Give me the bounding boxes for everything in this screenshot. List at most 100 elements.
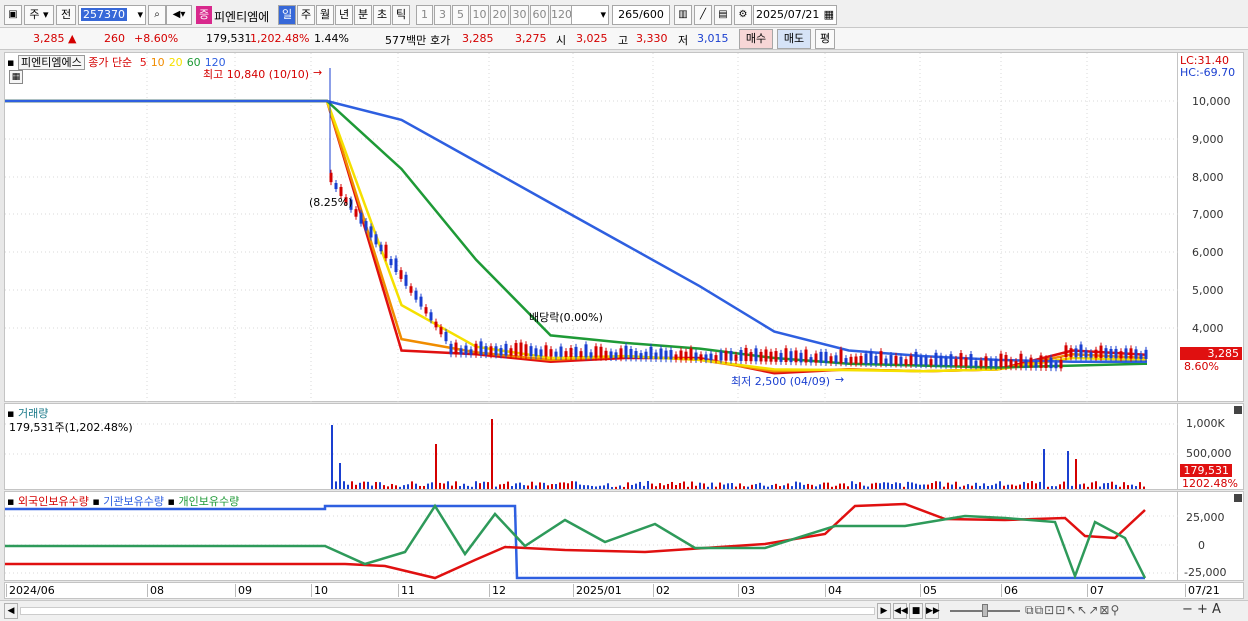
window-icon[interactable]: ▣ [4, 5, 22, 25]
legend-sep: ▪ [92, 495, 100, 508]
stop-icon[interactable]: ■ [909, 603, 923, 619]
rewind-icon[interactable]: ◀◀ [893, 603, 908, 619]
save-icon[interactable]: ▤ [714, 5, 732, 25]
volume-bar [687, 486, 689, 489]
volume-bar [339, 463, 341, 489]
volume-bar [1103, 483, 1105, 489]
vol-tick: 500,000 [1186, 447, 1232, 460]
zoom-slider-handle[interactable] [982, 604, 988, 617]
volume-bar [995, 483, 997, 489]
period-tab[interactable]: 월 [316, 5, 334, 25]
count-value: 265 [618, 8, 640, 21]
grid-icon[interactable]: ▦ [9, 70, 23, 84]
chevron-down-icon: ▾ [600, 8, 606, 21]
volume-bar [519, 482, 521, 489]
speaker-icon[interactable]: ◀▾ [166, 5, 192, 25]
volume-bar [755, 484, 757, 489]
volume-bar [1079, 484, 1081, 489]
volume-bar [771, 485, 773, 489]
scroll-track[interactable] [20, 607, 875, 615]
period-tab[interactable]: 틱 [392, 5, 410, 25]
scroll-right-icon[interactable]: ▶ [877, 603, 891, 619]
interval-tab[interactable]: 5 [452, 5, 469, 25]
interval-tab[interactable]: 10 [470, 5, 489, 25]
volume-bar [1139, 482, 1141, 489]
volume-bar [467, 485, 469, 489]
count-input[interactable]: 265/600 [612, 5, 670, 25]
volume-bar [823, 482, 825, 489]
volume-bar [811, 484, 813, 489]
hc-label: HC:-69.70 [1180, 66, 1236, 79]
code-input[interactable]: 257370 ▾ [78, 5, 146, 25]
volume-bar [335, 481, 337, 489]
volume-bar [1067, 451, 1069, 489]
volume-bar [787, 483, 789, 489]
gear-icon[interactable]: ⚙ [734, 5, 752, 25]
x-axis-label: 07/21 [1185, 584, 1220, 597]
volume-bar [1127, 485, 1129, 489]
interval-tab[interactable]: 1 [416, 5, 433, 25]
zoom-icons[interactable]: − + A [1182, 602, 1221, 617]
type-select[interactable]: 주 ▾ [24, 5, 54, 25]
volume-bar [567, 483, 569, 489]
volume-bar [1135, 486, 1137, 489]
buy-button[interactable]: 매수 [739, 29, 773, 49]
sell-button[interactable]: 매도 [777, 29, 811, 49]
period-tab[interactable]: 년 [335, 5, 353, 25]
search-icon[interactable]: ⌕ [148, 5, 166, 25]
date-input[interactable]: 2025/07/21 ▦ [753, 5, 837, 25]
period-tab[interactable]: 일 [278, 5, 296, 25]
volume-bar [563, 482, 565, 489]
volume-bar [663, 485, 665, 489]
close-icon[interactable] [1234, 406, 1242, 414]
volume-panel: ▪ 거래량 179,531주(1,202.48%) [4, 403, 1179, 490]
volume-bar [379, 482, 381, 489]
volume-bar [855, 483, 857, 489]
volume-bar [511, 486, 513, 489]
volume-bar [375, 481, 377, 489]
eval-button[interactable]: 평 [815, 29, 835, 49]
volume-bar [463, 483, 465, 489]
panel-toggle-icon[interactable]: ▪ [7, 495, 14, 508]
volume-bar [1003, 485, 1005, 489]
volume-bar [363, 481, 365, 489]
volume-bar [1111, 481, 1113, 489]
interval-tab[interactable]: 20 [490, 5, 509, 25]
close-icon[interactable] [1234, 494, 1242, 502]
period-tab[interactable]: 주 [297, 5, 315, 25]
volume-bar [543, 482, 545, 489]
volume-bar [983, 483, 985, 489]
prev-button[interactable]: 전 [56, 5, 76, 25]
candle-icon[interactable]: ▥ [674, 5, 692, 25]
volume-bar [827, 482, 829, 489]
volume-bar [387, 486, 389, 489]
tool-icons[interactable]: ⧉⧉⊡⊡↖↖↗⊠⚲ [1025, 603, 1120, 618]
volume-bar [751, 484, 753, 489]
individual-line [5, 503, 1147, 580]
interval-dropdown[interactable]: ▾ [571, 5, 609, 25]
period-tab[interactable]: 초 [373, 5, 391, 25]
volume-bar [947, 482, 949, 489]
volume-bar [523, 485, 525, 489]
forward-icon[interactable]: ▶▶ [925, 603, 940, 619]
volume-bar [515, 483, 517, 489]
holding-panel: ▪ 외국인보유수량 ▪ 기관보유수량 ▪ 개인보유수량 [4, 491, 1179, 581]
pct-tag: 8.60% [1184, 360, 1219, 373]
date-value: 2025/07/21 [756, 8, 820, 21]
volume-bar [559, 482, 561, 489]
volume-bar [715, 486, 717, 489]
volume-bar [551, 484, 553, 489]
interval-tab[interactable]: 3 [434, 5, 451, 25]
volume-bar [1007, 484, 1009, 489]
volume-bar [419, 485, 421, 489]
open-price: 3,025 [576, 32, 608, 45]
panel-toggle-icon[interactable]: ▪ [7, 56, 14, 69]
volume-bar [723, 484, 725, 489]
volume-bar [923, 484, 925, 489]
scroll-left-icon[interactable]: ◀ [4, 603, 18, 619]
interval-tab[interactable]: 30 [510, 5, 529, 25]
interval-tab[interactable]: 60 [530, 5, 549, 25]
interval-tab[interactable]: 120 [550, 5, 572, 25]
draw-icon[interactable]: ╱ [694, 5, 712, 25]
period-tab[interactable]: 분 [354, 5, 372, 25]
